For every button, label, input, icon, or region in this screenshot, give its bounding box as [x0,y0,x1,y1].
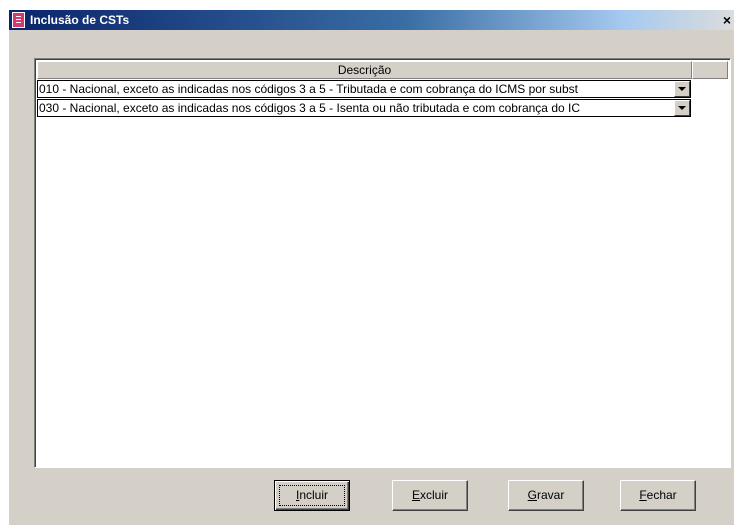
fechar-label: echar [646,488,677,502]
table-row[interactable]: 030 - Nacional, exceto as indicadas nos … [37,99,691,117]
window-title: Inclusão de CSTs [30,13,130,27]
dialog-window: Inclusão de CSTs × Descrição 010 - Nacio… [9,10,734,525]
dropdown-button[interactable] [674,81,690,97]
dropdown-button[interactable] [674,100,690,116]
title-bar[interactable]: Inclusão de CSTs × [9,10,734,30]
column-header-descricao[interactable]: Descrição [37,61,692,79]
gravar-button[interactable]: Gravar [508,480,584,511]
incluir-label: ncluir [299,488,329,502]
excluir-label: xcluir [420,488,449,502]
excluir-button[interactable]: Excluir [392,480,468,511]
gravar-label: ravar [537,488,565,502]
cst-select-value[interactable]: 010 - Nacional, exceto as indicadas nos … [39,81,673,97]
table-row[interactable]: 010 - Nacional, exceto as indicadas nos … [37,80,691,98]
cst-select-value[interactable]: 030 - Nacional, exceto as indicadas nos … [39,100,673,116]
column-header-filler [692,61,728,79]
fechar-mnemonic: F [639,488,647,502]
gravar-mnemonic: G [527,488,537,502]
incluir-button[interactable]: Incluir [274,480,350,511]
excluir-mnemonic: E [411,488,420,502]
cst-grid[interactable]: Descrição 010 - Nacional, exceto as indi… [34,58,731,468]
document-icon [12,12,25,28]
fechar-button[interactable]: Fechar [620,480,696,511]
close-button[interactable]: × [720,12,734,28]
chevron-down-icon [678,106,686,110]
chevron-down-icon [678,87,686,91]
